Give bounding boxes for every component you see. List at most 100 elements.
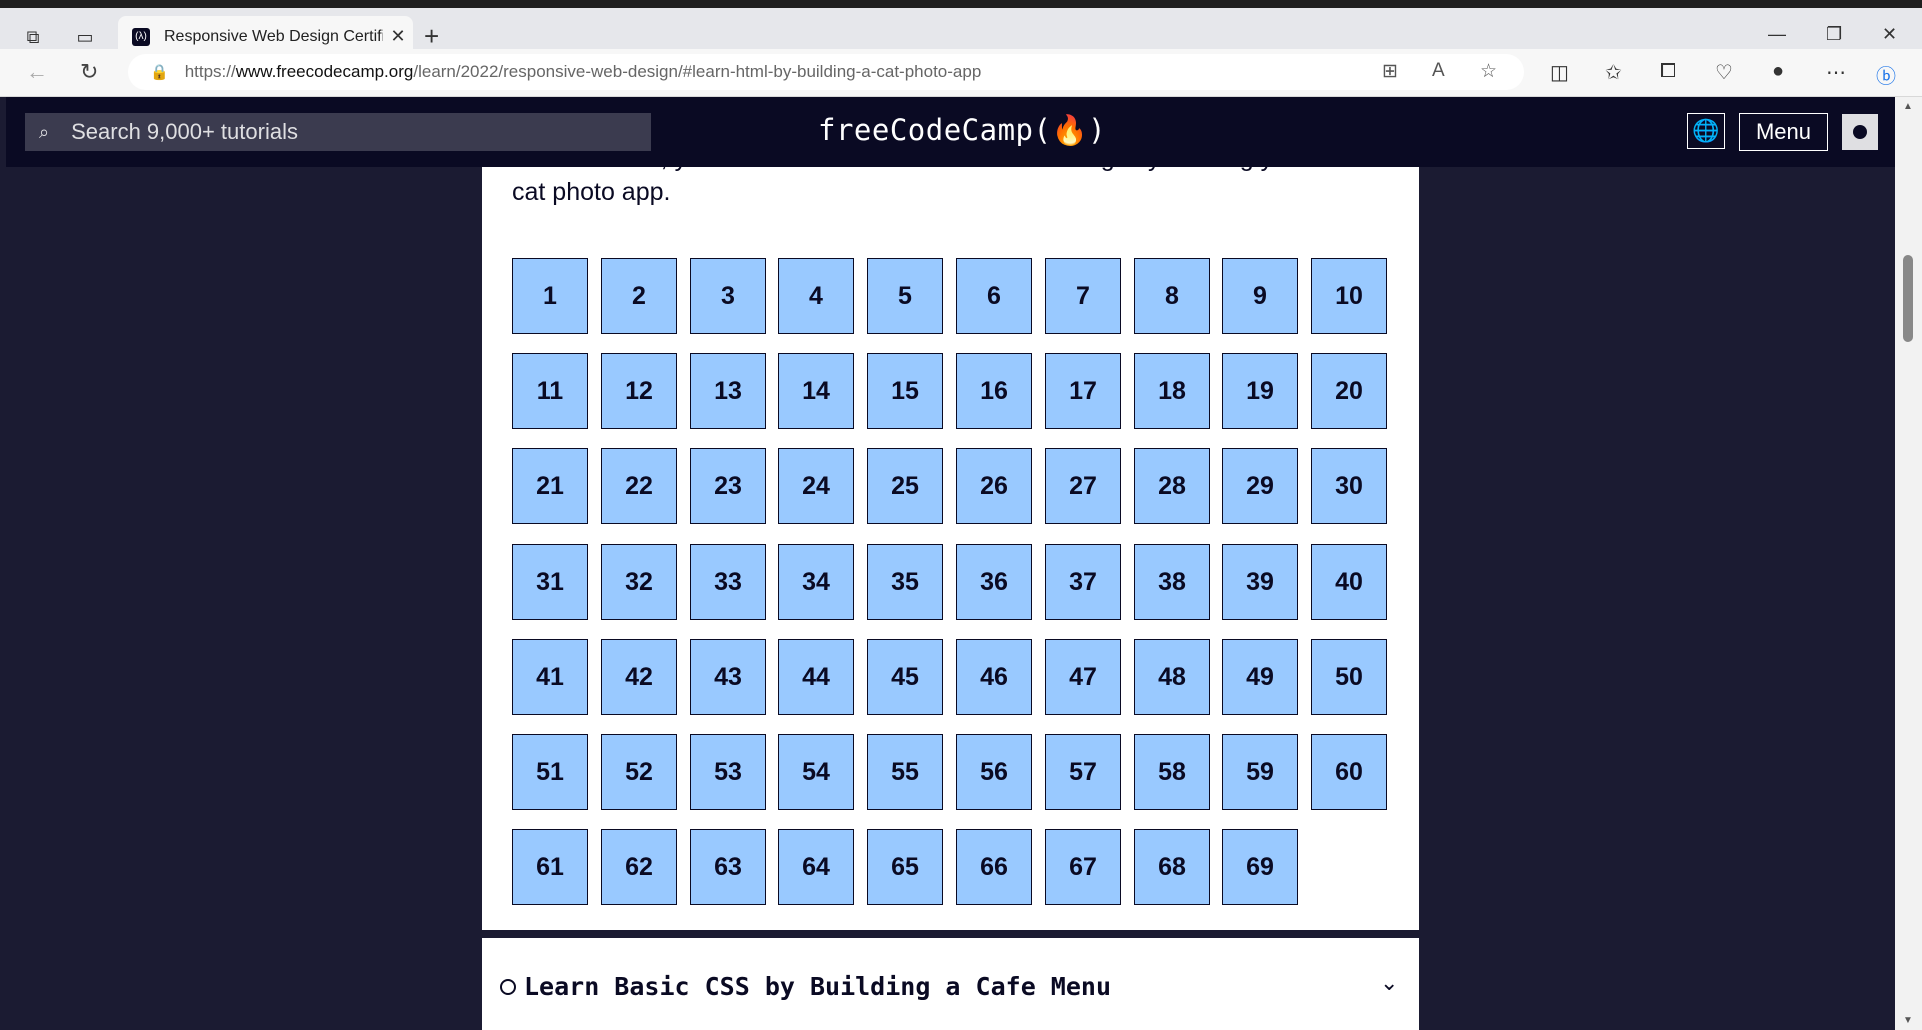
step-button[interactable]: 49	[1222, 639, 1298, 715]
fcc-logo[interactable]: freeCodeCamp(🔥)	[818, 113, 1106, 148]
avatar[interactable]	[1842, 114, 1878, 150]
step-button[interactable]: 51	[512, 734, 588, 810]
step-button[interactable]: 7	[1045, 258, 1121, 334]
step-button[interactable]: 21	[512, 448, 588, 524]
step-button[interactable]: 15	[867, 353, 943, 429]
step-button[interactable]: 41	[512, 639, 588, 715]
restore-icon[interactable]: ❐	[1826, 24, 1842, 45]
favorite-star-icon[interactable]: ☆	[1480, 60, 1497, 83]
course-block-cafe-menu[interactable]: Learn Basic CSS by Building a Cafe Menu …	[482, 938, 1419, 1030]
refresh-icon[interactable]: ↻	[80, 59, 98, 85]
close-tab-icon[interactable]: ✕	[383, 26, 413, 47]
scroll-up-icon[interactable]: ▲	[1903, 101, 1913, 112]
step-button[interactable]: 61	[512, 829, 588, 905]
step-button[interactable]: 34	[778, 544, 854, 620]
step-button[interactable]: 20	[1311, 353, 1387, 429]
step-button[interactable]: 39	[1222, 544, 1298, 620]
step-button[interactable]: 45	[867, 639, 943, 715]
step-button[interactable]: 6	[956, 258, 1032, 334]
step-button[interactable]: 36	[956, 544, 1032, 620]
step-button[interactable]: 65	[867, 829, 943, 905]
step-button[interactable]: 68	[1134, 829, 1210, 905]
step-button[interactable]: 32	[601, 544, 677, 620]
step-button[interactable]: 13	[690, 353, 766, 429]
step-button[interactable]: 58	[1134, 734, 1210, 810]
step-button[interactable]: 67	[1045, 829, 1121, 905]
scroll-down-icon[interactable]: ▼	[1903, 1015, 1913, 1026]
search-input[interactable]: ⌕ Search 9,000+ tutorials	[25, 113, 651, 151]
step-button[interactable]: 26	[956, 448, 1032, 524]
copilot-icon[interactable]: ⓑ	[1876, 60, 1896, 89]
step-button[interactable]: 46	[956, 639, 1032, 715]
step-button[interactable]: 38	[1134, 544, 1210, 620]
step-button[interactable]: 43	[690, 639, 766, 715]
step-button[interactable]: 53	[690, 734, 766, 810]
step-button[interactable]: 27	[1045, 448, 1121, 524]
step-button[interactable]: 2	[601, 258, 677, 334]
step-button[interactable]: 24	[778, 448, 854, 524]
step-button[interactable]: 3	[690, 258, 766, 334]
step-button[interactable]: 44	[778, 639, 854, 715]
block-title[interactable]: Learn Basic CSS by Building a Cafe Menu	[524, 972, 1111, 1001]
close-window-icon[interactable]: ✕	[1882, 24, 1897, 45]
step-button[interactable]: 35	[867, 544, 943, 620]
app-available-icon[interactable]: ⊞	[1382, 60, 1398, 83]
step-button[interactable]: 1	[512, 258, 588, 334]
step-button[interactable]: 31	[512, 544, 588, 620]
step-button[interactable]: 23	[690, 448, 766, 524]
menu-button[interactable]: Menu	[1739, 113, 1828, 151]
new-tab-icon[interactable]: +	[424, 23, 439, 49]
step-button[interactable]: 69	[1222, 829, 1298, 905]
step-button[interactable]: 62	[601, 829, 677, 905]
step-button[interactable]: 28	[1134, 448, 1210, 524]
favorites-icon[interactable]: ✩	[1605, 60, 1622, 85]
collections-icon[interactable]: ⧠	[1660, 60, 1676, 83]
step-button[interactable]: 47	[1045, 639, 1121, 715]
step-button[interactable]: 9	[1222, 258, 1298, 334]
step-button[interactable]: 8	[1134, 258, 1210, 334]
minimize-icon[interactable]: —	[1768, 24, 1786, 45]
browser-essentials-icon[interactable]: ♡	[1715, 60, 1733, 85]
tab-actions-icon[interactable]: ▭	[72, 26, 98, 48]
chevron-down-icon[interactable]: ⌄	[1380, 970, 1398, 996]
step-button[interactable]: 54	[778, 734, 854, 810]
step-button[interactable]: 25	[867, 448, 943, 524]
read-aloud-icon[interactable]: A	[1432, 60, 1445, 82]
step-button[interactable]: 33	[690, 544, 766, 620]
scrollbar-thumb[interactable]	[1903, 255, 1913, 342]
step-button[interactable]: 37	[1045, 544, 1121, 620]
step-button[interactable]: 42	[601, 639, 677, 715]
step-button[interactable]: 59	[1222, 734, 1298, 810]
split-screen-icon[interactable]: ◫	[1550, 60, 1569, 85]
step-button[interactable]: 14	[778, 353, 854, 429]
step-button[interactable]: 10	[1311, 258, 1387, 334]
workspaces-icon[interactable]: ⧉	[20, 26, 46, 48]
step-button[interactable]: 17	[1045, 353, 1121, 429]
profile-icon[interactable]: ●	[1772, 60, 1784, 83]
step-button[interactable]: 19	[1222, 353, 1298, 429]
step-button[interactable]: 4	[778, 258, 854, 334]
url-input[interactable]: 🔒 https://www.freecodecamp.org/learn/202…	[128, 54, 1524, 90]
step-button[interactable]: 56	[956, 734, 1032, 810]
step-button[interactable]: 22	[601, 448, 677, 524]
page-scrollbar[interactable]: ▲ ▼	[1895, 97, 1922, 1030]
lock-icon[interactable]: 🔒	[150, 63, 169, 81]
step-button[interactable]: 66	[956, 829, 1032, 905]
back-icon[interactable]: ←	[26, 59, 48, 85]
step-button[interactable]: 29	[1222, 448, 1298, 524]
more-options-icon[interactable]: ⋯	[1826, 60, 1846, 85]
step-button[interactable]: 52	[601, 734, 677, 810]
step-button[interactable]: 48	[1134, 639, 1210, 715]
step-button[interactable]: 12	[601, 353, 677, 429]
step-button[interactable]: 64	[778, 829, 854, 905]
step-button[interactable]: 55	[867, 734, 943, 810]
step-button[interactable]: 11	[512, 353, 588, 429]
step-button[interactable]: 50	[1311, 639, 1387, 715]
step-button[interactable]: 5	[867, 258, 943, 334]
language-button[interactable]: 🌐	[1687, 113, 1725, 149]
step-button[interactable]: 16	[956, 353, 1032, 429]
step-button[interactable]: 57	[1045, 734, 1121, 810]
step-button[interactable]: 40	[1311, 544, 1387, 620]
step-button[interactable]: 60	[1311, 734, 1387, 810]
step-button[interactable]: 63	[690, 829, 766, 905]
